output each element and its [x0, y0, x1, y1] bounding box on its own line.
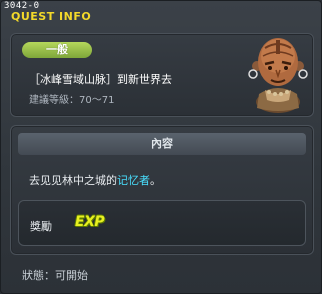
- quest-summary-panel: 一般 ［冰峰雪域山脉］到新世界去 建議等級：70～71: [10, 33, 314, 117]
- window-title: QUEST INFO: [11, 10, 92, 23]
- reward-label: 獎勵: [30, 220, 52, 233]
- quest-description: 去见见林中之城的记忆者。: [29, 172, 161, 188]
- npc-name-link[interactable]: 记忆者: [117, 174, 150, 187]
- npc-portrait-icon: [248, 38, 308, 113]
- quest-status: 狀態：可開始: [22, 269, 88, 282]
- quest-detail-panel: 內容 去见见林中之城的记忆者。 獎勵 EXP: [10, 125, 314, 255]
- quest-category-badge: 一般: [22, 42, 92, 58]
- quest-recommended-level: 建議等級：70～71: [29, 95, 115, 106]
- reward-box: 獎勵 EXP: [18, 200, 306, 246]
- quest-name: ［冰峰雪域山脉］到新世界去: [29, 73, 172, 86]
- content-section-header: 內容: [18, 133, 306, 155]
- description-text: 去见见林中之城的: [29, 174, 117, 187]
- exp-reward-icon: EXP: [75, 214, 105, 230]
- quest-info-window: 3042-0 QUEST INFO 一般 ［冰峰雪域山脉］到新世界去 建議等級：…: [0, 0, 322, 294]
- description-end: 。: [150, 174, 161, 187]
